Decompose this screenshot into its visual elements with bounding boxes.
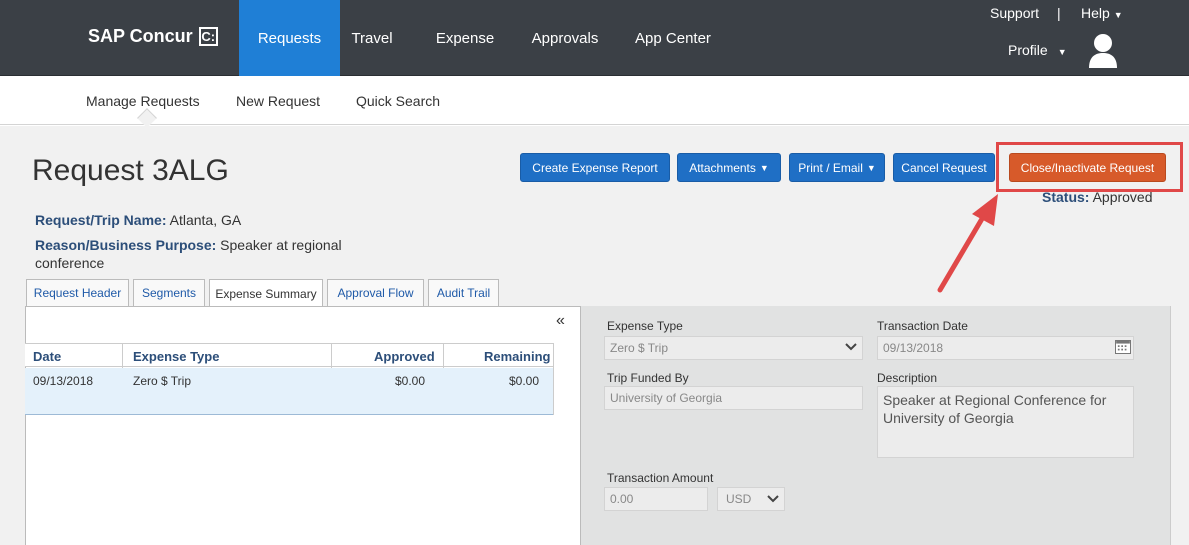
expense-type-select[interactable]: Zero $ Trip	[604, 336, 863, 360]
row-date: 09/13/2018	[33, 374, 94, 388]
highlight-annotation-box	[996, 142, 1183, 192]
nav-tab-approvals[interactable]: Approvals	[530, 0, 600, 76]
column-header-approved[interactable]: Approved	[374, 349, 435, 364]
nav-tab-app-center[interactable]: App Center	[632, 0, 714, 76]
caret-down-icon: ▼	[1113, 10, 1123, 20]
tab-approval-flow[interactable]: Approval Flow	[327, 279, 424, 306]
request-status: Status: Approved	[1042, 189, 1153, 205]
expense-list-panel	[25, 306, 581, 545]
nav-tab-expense[interactable]: Expense	[434, 0, 496, 76]
subnav-quick-search[interactable]: Quick Search	[356, 93, 440, 109]
print-email-button[interactable]: Print / Email ▼	[789, 153, 885, 182]
trip-funded-by-label: Trip Funded By	[607, 371, 689, 385]
page-title: Request 3ALG	[32, 154, 229, 187]
trip-funded-by-field[interactable]: University of Georgia	[604, 386, 863, 410]
tab-request-header[interactable]: Request Header	[26, 279, 129, 306]
nav-separator: |	[1057, 5, 1061, 21]
caret-down-icon: ▼	[1057, 47, 1067, 57]
expense-type-label: Expense Type	[607, 319, 683, 333]
support-link[interactable]: Support	[990, 5, 1039, 21]
chevron-down-icon	[767, 495, 779, 503]
concur-logo-mark: C:	[198, 27, 218, 46]
row-approved: $0.00	[395, 374, 426, 388]
sap-concur-logo[interactable]: SAP Concur C:	[88, 26, 218, 47]
description-textarea[interactable]: Speaker at Regional Conference for Unive…	[877, 386, 1134, 458]
cancel-request-button[interactable]: Cancel Request	[893, 153, 995, 182]
transaction-date-label: Transaction Date	[877, 319, 968, 333]
transaction-amount-field[interactable]: 0.00	[604, 487, 708, 511]
tab-audit-trail[interactable]: Audit Trail	[428, 279, 499, 306]
status-value: Approved	[1092, 189, 1153, 205]
trip-name: Request/Trip Name: Atlanta, GA	[35, 212, 242, 228]
table-row[interactable]: 09/13/2018 Zero $ Trip $0.00 $0.00	[25, 368, 553, 415]
annotation-arrow-icon	[937, 194, 998, 293]
user-avatar-icon[interactable]	[1088, 33, 1118, 69]
column-header-expense-type[interactable]: Expense Type	[133, 349, 219, 364]
tab-expense-summary[interactable]: Expense Summary	[209, 279, 323, 307]
transaction-amount-label: Transaction Amount	[607, 471, 714, 485]
top-nav: SAP Concur C: Requests Travel Expense Ap…	[0, 0, 1189, 76]
collapse-panel-icon[interactable]: «	[556, 312, 565, 330]
row-remaining: $0.00	[509, 374, 540, 388]
nav-tab-requests[interactable]: Requests	[239, 0, 340, 76]
create-expense-report-button[interactable]: Create Expense Report	[520, 153, 670, 182]
help-menu[interactable]: Help ▼	[1081, 5, 1123, 21]
subnav-new-request[interactable]: New Request	[236, 93, 320, 109]
description-label: Description	[877, 371, 938, 385]
row-expense-type: Zero $ Trip	[133, 374, 192, 388]
subnav-manage-requests[interactable]: Manage Requests	[86, 93, 200, 109]
chevron-down-icon	[845, 343, 857, 351]
attachments-button[interactable]: Attachments ▼	[677, 153, 781, 182]
expense-table-header: Date Expense Type Approved Remaining	[25, 343, 553, 368]
tab-segments[interactable]: Segments	[133, 279, 205, 306]
nav-tab-travel[interactable]: Travel	[348, 0, 396, 76]
column-header-remaining[interactable]: Remaining	[484, 349, 550, 364]
caret-down-icon: ▼	[866, 162, 876, 173]
transaction-date-field[interactable]: 09/13/2018	[877, 336, 1134, 360]
profile-menu[interactable]: Profile ▼	[1008, 42, 1067, 58]
calendar-icon[interactable]	[1115, 340, 1131, 354]
column-header-date[interactable]: Date	[33, 349, 61, 364]
sub-nav: Manage Requests New Request Quick Search	[0, 77, 1189, 125]
caret-down-icon: ▼	[759, 162, 769, 173]
business-purpose: Reason/Business Purpose: Speaker at regi…	[35, 237, 342, 271]
